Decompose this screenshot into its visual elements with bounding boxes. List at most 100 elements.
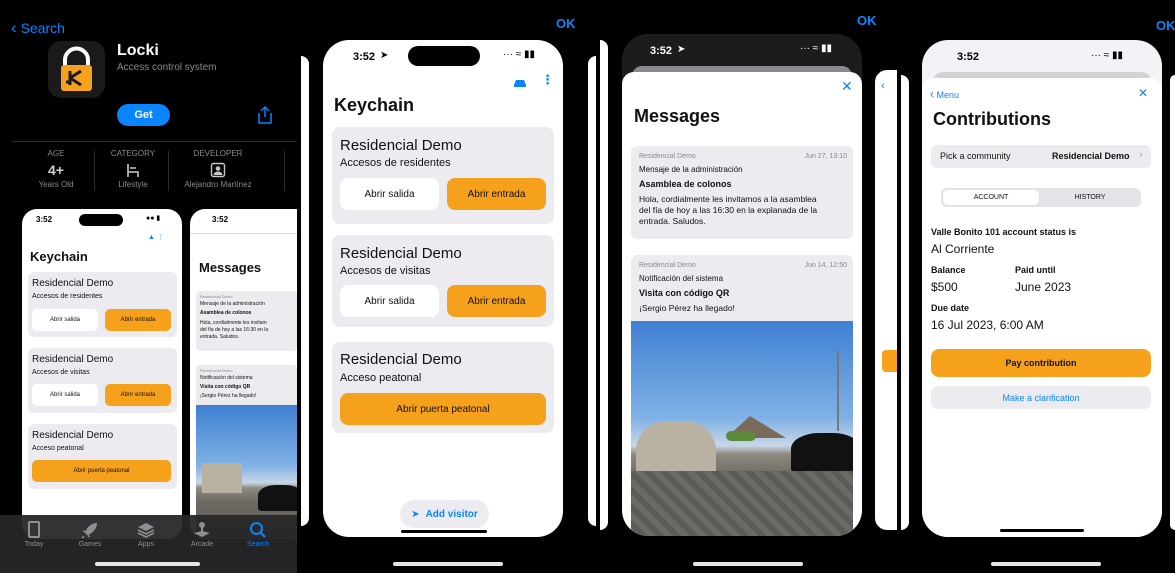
message-card[interactable]: Residencial Demo Jun 27, 13:10 Mensaje d… <box>631 146 853 239</box>
contributions-sheet: ‹ Menu ✕ Contributions Pick a community … <box>922 78 1162 537</box>
gate-photo <box>631 321 853 536</box>
home-indicator <box>991 562 1101 566</box>
tab-today[interactable]: Today <box>14 521 54 548</box>
get-button[interactable]: Get <box>117 104 170 126</box>
location-arrow-icon: ➤ <box>380 50 389 61</box>
car-icon[interactable] <box>513 75 527 87</box>
exit-button[interactable]: Abrir salida <box>340 178 439 210</box>
info-divider <box>168 151 169 191</box>
tab-apps[interactable]: Apps <box>126 521 166 548</box>
entry-button[interactable]: Abrir entrada <box>447 178 546 210</box>
status-icons: ··· ≈ ▮▮ <box>503 49 536 60</box>
home-indicator <box>401 530 487 533</box>
pedestrian-gate-button[interactable]: Abrir puerta peatonal <box>340 393 546 425</box>
divider <box>12 141 297 142</box>
chair-icon <box>125 162 141 178</box>
page-title: Messages <box>634 106 721 126</box>
entry-button[interactable]: Abrir entrada <box>105 384 171 406</box>
home-indicator <box>393 562 503 566</box>
more-icon[interactable]: ⋮ <box>541 72 554 88</box>
exit-button[interactable]: Abrir salida <box>32 309 98 331</box>
close-icon[interactable]: ✕ <box>841 78 853 95</box>
status-icons: ··· ≈ ▮▮ <box>800 43 833 54</box>
segmented-control: ACCOUNT HISTORY <box>941 188 1141 207</box>
page-title: Keychain <box>30 249 88 264</box>
clarification-button[interactable]: Make a clarification <box>931 386 1151 409</box>
tab-arcade[interactable]: Arcade <box>182 521 222 548</box>
entry-button[interactable]: Abrir entrada <box>447 285 546 317</box>
side-peek <box>588 56 596 526</box>
preview-screenshot-keychain[interactable]: 3:52 ●● ▮ ▲ ⋮ Keychain Residencial Demo … <box>22 209 182 539</box>
keychain-screen: 3:52 ➤ ··· ≈ ▮▮ ⋮ Keychain Residencial D… <box>323 40 563 537</box>
chevron-left-icon: ‹ <box>11 18 17 37</box>
search-icon <box>249 521 267 539</box>
messages-sheet: ✕ Messages Residencial Demo Jun 27, 13:1… <box>622 72 862 536</box>
ok-button[interactable]: OK <box>1156 18 1175 33</box>
page-title: Contributions <box>933 109 1051 129</box>
home-indicator <box>1000 529 1084 532</box>
side-peek <box>1170 75 1175 530</box>
messages-panel: OK 3:52 ➤ ··· ≈ ▮▮ ✕ Messages Residencia… <box>600 0 897 573</box>
peek-orange <box>882 350 897 372</box>
pedestrian-gate-button[interactable]: Abrir puerta peatonal <box>32 460 171 482</box>
paid-until-value: June 2023 <box>1015 280 1072 294</box>
home-indicator <box>693 562 803 566</box>
add-visitor-button[interactable]: ➤ Add visitor <box>400 500 489 528</box>
due-date-value: 16 Jul 2023, 6:00 AM <box>931 318 1044 332</box>
info-developer: DEVELOPER Alejandro Martínez <box>184 149 252 189</box>
pay-contribution-button[interactable]: Pay contribution <box>931 349 1151 377</box>
status-icons: ●● ▮ <box>146 215 161 222</box>
side-peek <box>901 75 909 530</box>
exit-button[interactable]: Abrir salida <box>32 384 98 406</box>
home-indicator <box>95 562 200 566</box>
entry-button[interactable]: Abrir entrada <box>105 309 171 331</box>
account-status: Al Corriente <box>931 242 995 256</box>
tab-bar: Today Games Apps Arcade Search <box>0 515 297 573</box>
app-subtitle: Access control system <box>117 62 217 73</box>
tab-search[interactable]: Search <box>238 521 278 548</box>
share-icon[interactable] <box>257 105 273 124</box>
app-store-panel: ‹ Search Locki Access control system Get… <box>0 0 297 573</box>
status-icons: ··· ≈ ▮▮ <box>1091 50 1124 61</box>
rocket-icon <box>81 521 99 539</box>
tab-history[interactable]: HISTORY <box>1041 190 1139 205</box>
back-button[interactable]: ‹ Menu <box>930 87 959 101</box>
tab-games[interactable]: Games <box>70 521 110 548</box>
message-card: Residencial Demo Mensaje de la administr… <box>196 291 297 351</box>
status-time: 3:52 <box>353 51 376 63</box>
community-picker[interactable]: Pick a community Residencial Demo › <box>931 145 1151 168</box>
ok-button[interactable]: OK <box>857 13 877 28</box>
chevron-left-icon: ‹ <box>881 80 885 92</box>
close-icon[interactable]: ✕ <box>1138 86 1148 100</box>
person-square-icon <box>210 162 226 178</box>
app-name: Locki <box>117 42 159 59</box>
dynamic-island <box>79 214 123 226</box>
location-arrow-icon: ➤ <box>677 44 686 55</box>
car-icon: ▲ ⋮ <box>148 234 164 241</box>
ok-button[interactable]: OK <box>556 16 576 31</box>
side-peek <box>301 56 309 526</box>
status-time: 3:52 <box>957 51 980 63</box>
chevron-left-icon: ‹ <box>930 87 934 101</box>
preview-screenshot-messages[interactable]: 3:52 Messages Residencial Demo Mensaje d… <box>190 209 297 539</box>
side-peek <box>875 70 897 530</box>
info-category: CATEGORY Lifestyle <box>110 149 156 189</box>
tab-account[interactable]: ACCOUNT <box>943 190 1039 205</box>
back-button[interactable]: ‹ Search <box>11 18 65 38</box>
info-age: AGE 4+ Years Old <box>38 149 74 189</box>
layers-icon <box>137 521 155 539</box>
status-time: 3:52 <box>650 45 673 57</box>
keychain-panel: OK 3:52 ➤ ··· ≈ ▮▮ ⋮ Keychain Residencia… <box>301 0 596 573</box>
joystick-icon <box>193 521 211 539</box>
exit-button[interactable]: Abrir salida <box>340 285 439 317</box>
page-title: Keychain <box>334 95 415 115</box>
info-divider <box>284 151 285 191</box>
page-title: Messages <box>199 260 262 275</box>
message-card[interactable]: Residencial Demo Jun 14, 12:50 Notificac… <box>631 255 853 536</box>
side-peek <box>600 40 608 530</box>
dynamic-island <box>408 46 480 66</box>
paperplane-icon: ➤ <box>411 508 420 520</box>
chevron-right-icon: › <box>1139 149 1143 161</box>
today-icon <box>28 521 40 538</box>
balance-value: $500 <box>931 280 958 294</box>
